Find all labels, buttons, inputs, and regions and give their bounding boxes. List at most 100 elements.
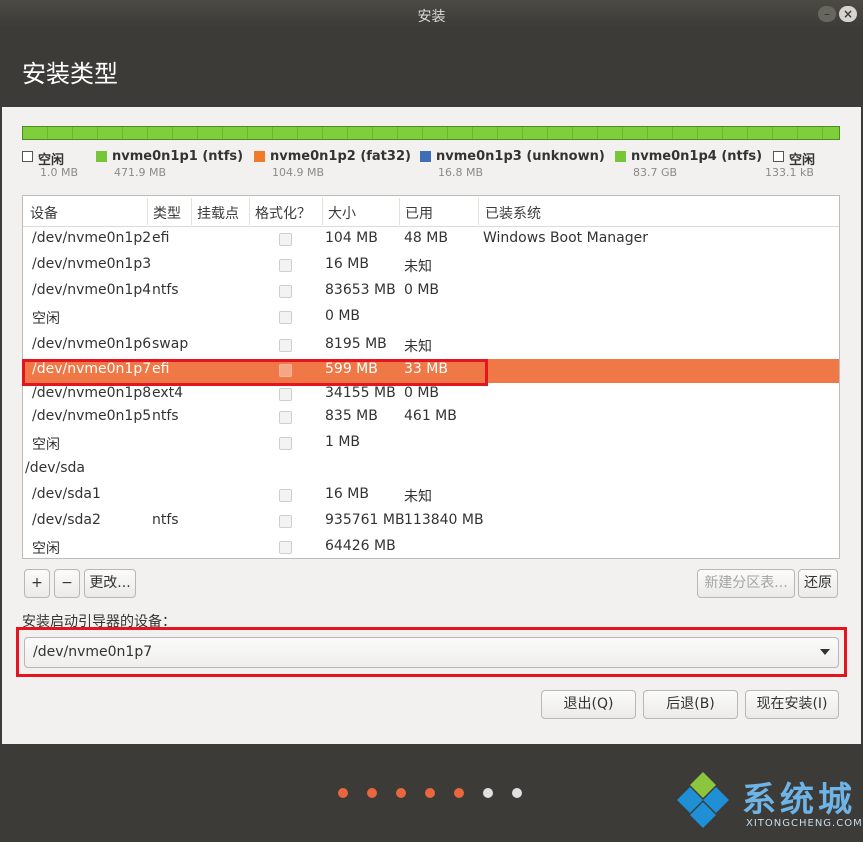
header — [2, 28, 861, 107]
progress-dot — [396, 788, 406, 798]
progress-dot — [338, 788, 348, 798]
dropdown-arrow-icon — [820, 649, 830, 655]
table-row[interactable]: 空闲 1 MB — [23, 432, 839, 456]
cell-used: 113840 MB — [404, 512, 484, 528]
cell-size: 104 MB — [325, 230, 378, 246]
remove-partition-button[interactable]: − — [54, 569, 80, 598]
cell-used: 461 MB — [404, 408, 457, 424]
installer-window: 安装 – × 安装类型 空闲 1.0 MB nvme0n1p1 (ntfs) 4… — [0, 0, 863, 842]
legend-swatch — [22, 151, 33, 162]
cell-used: 48 MB — [404, 230, 448, 246]
table-row[interactable]: /dev/nvme0n1p2 efi 104 MB 48 MB Windows Boot… — [23, 228, 839, 252]
cell-size: 8195 MB — [325, 336, 387, 352]
boot-loader-device-value: /dev/nvme0n1p7 — [33, 644, 153, 660]
cell-used: 未知 — [404, 259, 432, 275]
legend-swatch — [96, 151, 107, 162]
table-row[interactable]: /dev/nvme0n1p3 16 MB 未知 — [23, 254, 839, 278]
legend-swatch — [773, 151, 784, 162]
progress-dot — [483, 788, 493, 798]
column-header-format[interactable]: 格式化？ — [255, 203, 311, 223]
revert-button[interactable]: 还原 — [798, 569, 838, 598]
legend-swatch — [254, 151, 265, 162]
boot-loader-device-select[interactable]: /dev/nvme0n1p7 — [24, 637, 839, 668]
table-row[interactable]: /dev/sda1 16 MB 未知 — [23, 484, 839, 508]
add-partition-button[interactable]: + — [24, 569, 50, 598]
format-checkbox[interactable] — [279, 489, 292, 502]
cell-type: efi — [152, 230, 170, 246]
legend-size: 16.8 MB — [438, 166, 484, 179]
page-title: 安装类型 — [22, 60, 118, 88]
format-checkbox[interactable] — [279, 388, 292, 401]
close-button[interactable]: × — [839, 6, 857, 22]
legend-swatch — [615, 151, 626, 162]
cell-device: /dev/sda — [25, 460, 85, 476]
cell-size: 1 MB — [325, 434, 361, 450]
legend-name: nvme0n1p1 (ntfs) — [112, 149, 244, 164]
cell-device: /dev/nvme0n1p3 — [32, 256, 152, 272]
legend-size: 83.7 GB — [633, 166, 678, 179]
cell-size: 64426 MB — [325, 538, 396, 554]
format-checkbox[interactable] — [279, 411, 292, 424]
table-row[interactable]: /dev/nvme0n1p8 ext4 34155 MB 0 MB — [23, 383, 839, 407]
legend-name: nvme0n1p3 (unknown) — [436, 149, 605, 164]
quit-button[interactable]: 退出(Q) — [541, 690, 636, 719]
column-header-type[interactable]: 类型 — [153, 203, 181, 223]
new-partition-table-button[interactable]: 新建分区表... — [697, 569, 795, 598]
format-checkbox[interactable] — [279, 339, 292, 352]
cell-type: ext4 — [152, 385, 184, 401]
cell-size: 16 MB — [325, 486, 369, 502]
cell-size: 34155 MB — [325, 385, 396, 401]
legend-size: 133.1 kB — [765, 166, 814, 179]
format-checkbox[interactable] — [279, 285, 292, 298]
back-button[interactable]: 后退(B) — [643, 690, 738, 719]
legend-size: 104.9 MB — [272, 166, 325, 179]
cell-device: 空闲 — [32, 437, 60, 453]
format-checkbox[interactable] — [279, 233, 292, 246]
change-partition-button[interactable]: 更改... — [84, 569, 136, 598]
cell-device: /dev/sda1 — [32, 486, 101, 502]
progress-dot — [425, 788, 435, 798]
table-row[interactable]: /dev/nvme0n1p5 ntfs 835 MB 461 MB — [23, 406, 839, 430]
cell-device: /dev/nvme0n1p4 — [32, 282, 152, 298]
legend-name: nvme0n1p4 (ntfs) — [631, 149, 763, 164]
cell-device: /dev/nvme0n1p6 — [32, 336, 152, 352]
cell-size: 935761 MB — [325, 512, 405, 528]
table-row[interactable]: /dev/sda — [23, 458, 839, 482]
format-checkbox[interactable] — [279, 311, 292, 324]
column-header-device[interactable]: 设备 — [30, 203, 58, 223]
legend-swatch — [420, 151, 431, 162]
cell-type: ntfs — [152, 282, 179, 298]
watermark-subtext: XITONGCHENG.COM — [746, 818, 863, 829]
cell-device: 空闲 — [32, 541, 60, 557]
cell-device: /dev/sda2 — [32, 512, 101, 528]
column-header-mount[interactable]: 挂载点 — [197, 203, 239, 223]
format-checkbox[interactable] — [279, 515, 292, 528]
cell-device: 空闲 — [32, 311, 60, 327]
legend-name: nvme0n1p2 (fat32) — [270, 149, 411, 164]
format-checkbox[interactable] — [279, 541, 292, 554]
table-row[interactable]: /dev/nvme0n1p6 swap 8195 MB 未知 — [23, 334, 839, 358]
table-row[interactable]: /dev/nvme0n1p4 ntfs 83653 MB 0 MB — [23, 280, 839, 304]
cell-used: 未知 — [404, 489, 432, 505]
legend-size: 471.9 MB — [114, 166, 167, 179]
cell-size: 0 MB — [325, 308, 361, 324]
progress-dot — [367, 788, 377, 798]
cell-device: /dev/nvme0n1p5 — [32, 408, 152, 424]
column-header-installed-system[interactable]: 已装系统 — [485, 203, 541, 223]
watermark-text: 系统城 — [742, 780, 856, 820]
format-checkbox[interactable] — [279, 259, 292, 272]
cell-system: Windows Boot Manager — [483, 230, 648, 246]
table-row[interactable]: /dev/sda2 ntfs 935761 MB 113840 MB — [23, 510, 839, 534]
title-bar: 安装 – × — [0, 0, 863, 28]
cell-used: 未知 — [404, 339, 432, 355]
format-checkbox[interactable] — [279, 437, 292, 450]
cell-size: 16 MB — [325, 256, 369, 272]
table-header: 设备 类型 挂载点 格式化？ 大小 已用 已装系统 — [23, 196, 839, 227]
table-row[interactable]: 空闲 64426 MB — [23, 536, 839, 558]
minimize-button[interactable]: – — [818, 6, 836, 22]
table-row[interactable]: 空闲 0 MB — [23, 306, 839, 330]
column-header-size[interactable]: 大小 — [328, 203, 356, 223]
partition-usage-bar — [22, 126, 840, 140]
column-header-used[interactable]: 已用 — [405, 203, 433, 223]
install-now-button[interactable]: 现在安装(I) — [745, 690, 839, 719]
